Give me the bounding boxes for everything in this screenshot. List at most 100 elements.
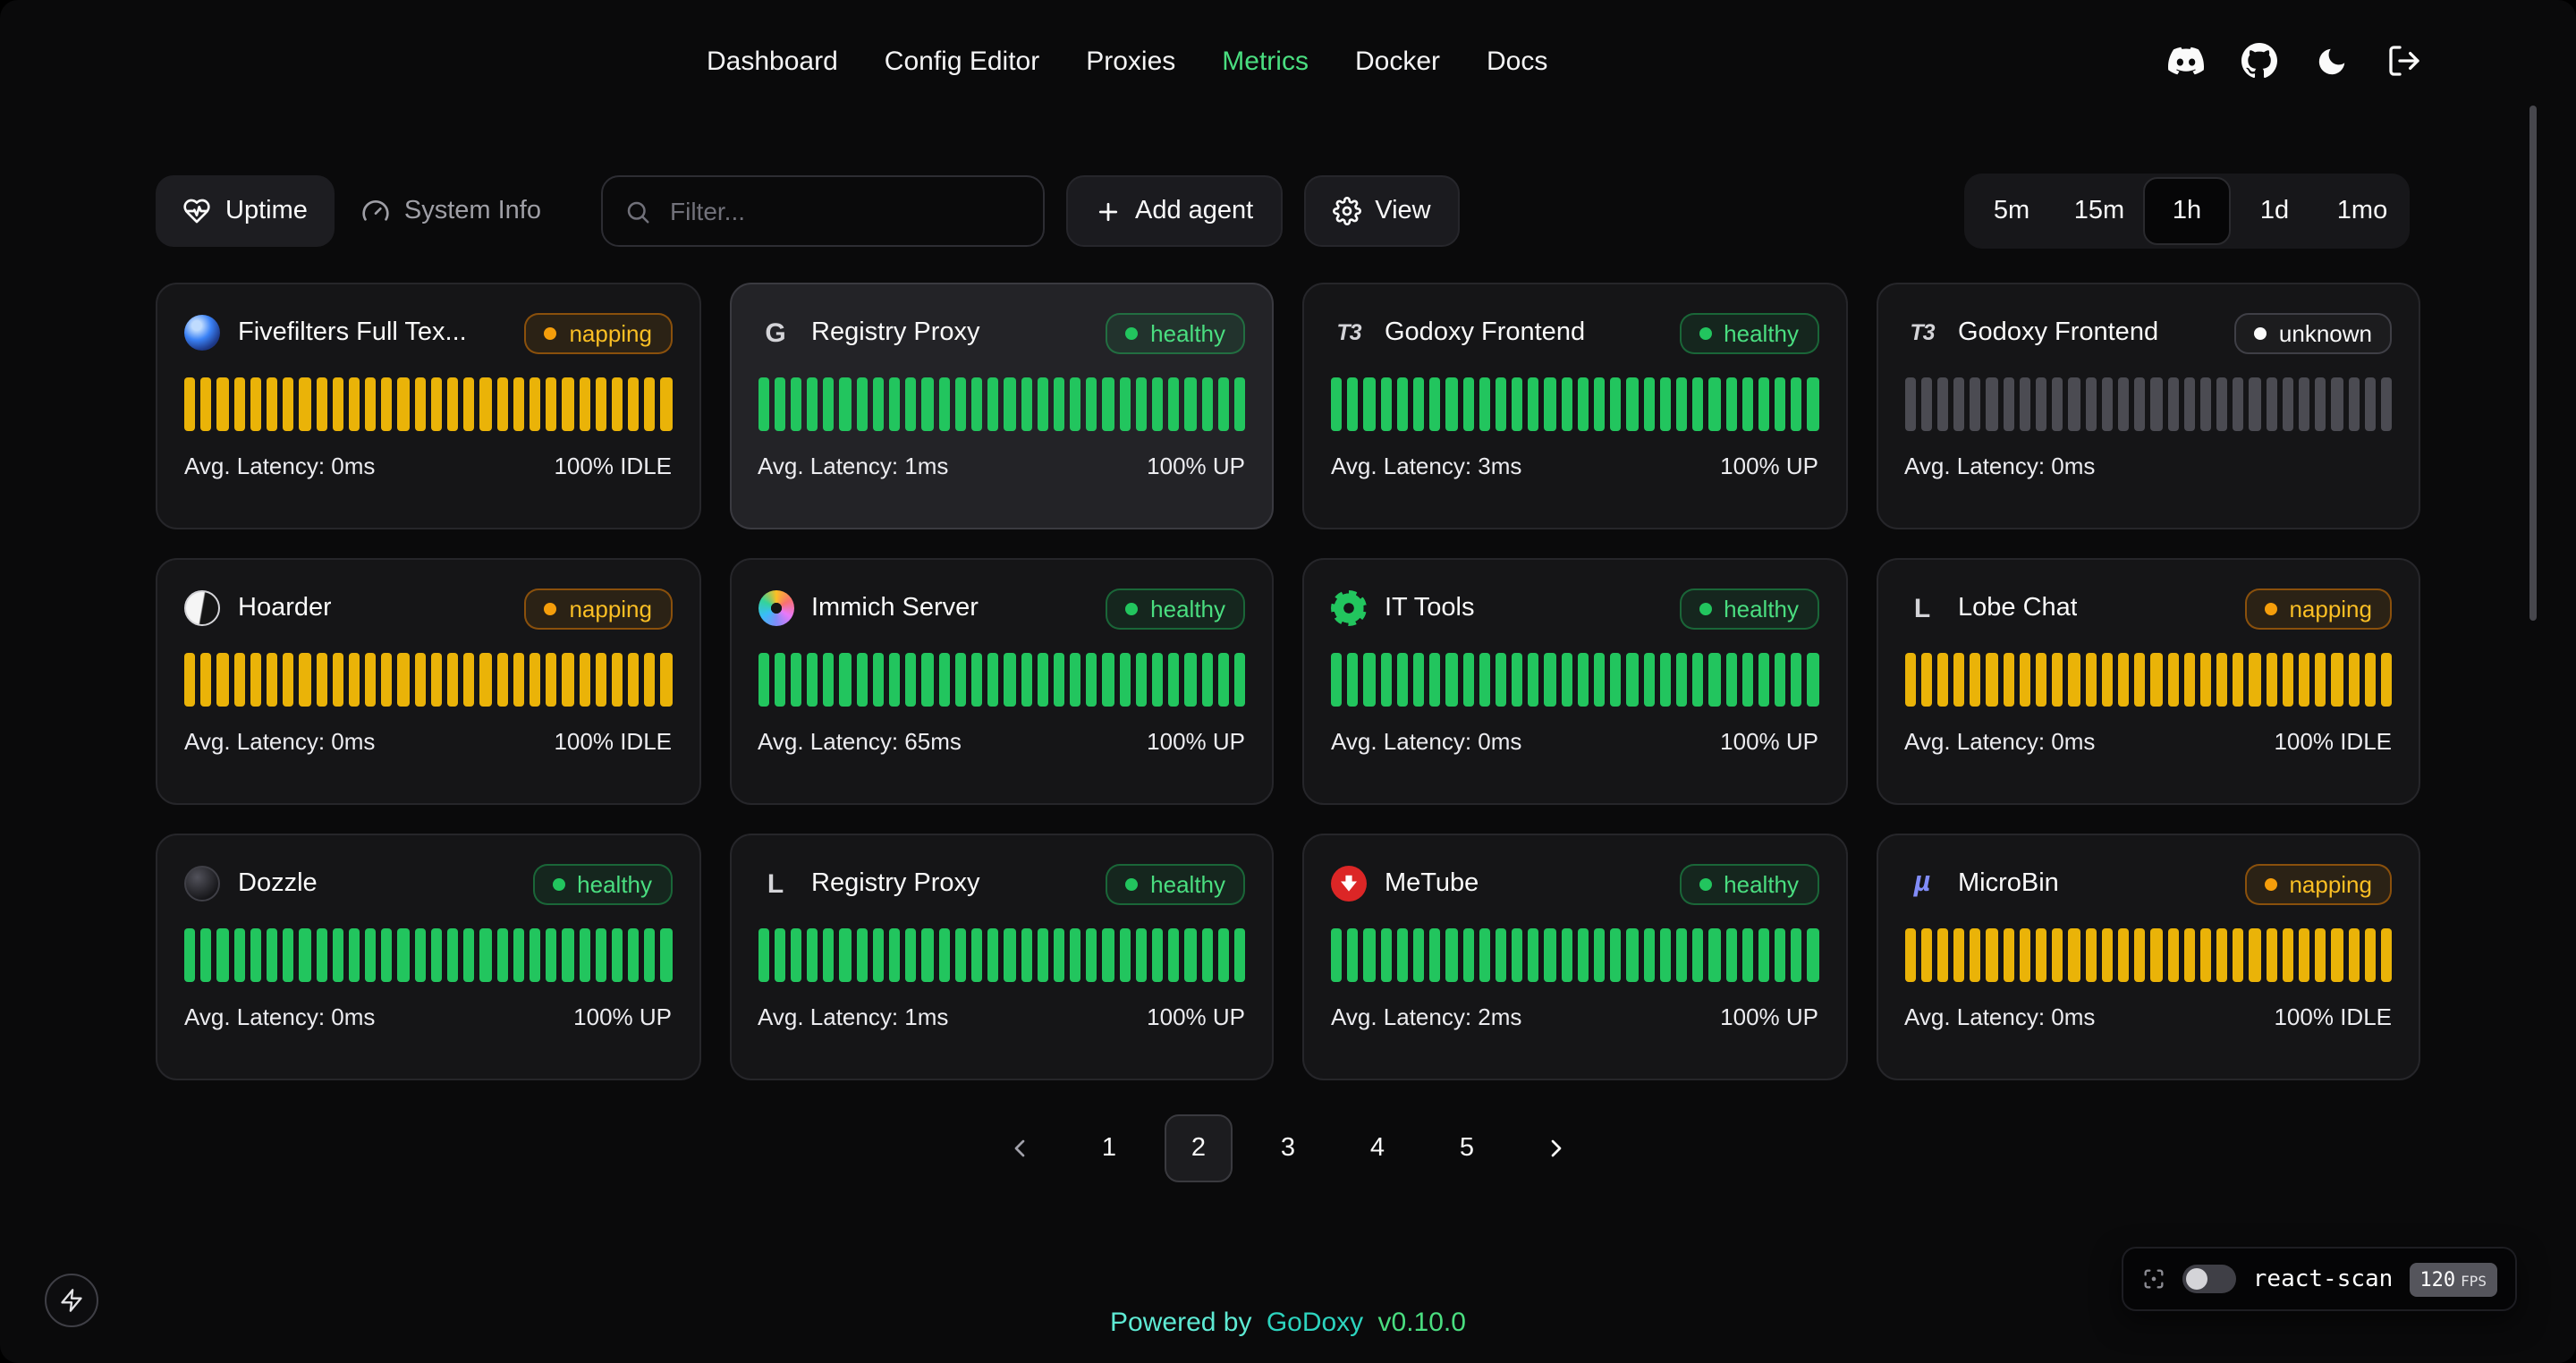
latency-label: Avg. Latency: 65ms <box>758 728 962 755</box>
discord-icon[interactable] <box>2168 43 2204 79</box>
service-card-metube[interactable]: MeTubehealthyAvg. Latency: 2ms100% UP <box>1302 834 1847 1080</box>
status-label: healthy <box>1724 870 1799 897</box>
service-card-immich-server[interactable]: Immich ServerhealthyAvg. Latency: 65ms10… <box>729 558 1274 805</box>
uptime-label: 100% IDLE <box>2274 728 2392 755</box>
view-button[interactable]: View <box>1303 175 1459 247</box>
status-badge: napping <box>524 312 672 353</box>
github-icon[interactable] <box>2241 43 2277 79</box>
add-agent-button[interactable]: Add agent <box>1065 175 1282 247</box>
filter-input[interactable] <box>666 195 1021 227</box>
service-card-lobe-chat[interactable]: LLobe ChatnappingAvg. Latency: 0ms100% I… <box>1876 558 2420 805</box>
t3-icon: T3 <box>1904 315 1940 351</box>
service-card-hoarder[interactable]: HoardernappingAvg. Latency: 0ms100% IDLE <box>156 558 700 805</box>
service-card-microbin[interactable]: µMicroBinnappingAvg. Latency: 0ms100% ID… <box>1876 834 2420 1080</box>
latency-label: Avg. Latency: 0ms <box>184 728 375 755</box>
time-range-15m[interactable]: 15m <box>2055 177 2143 245</box>
status-badge: napping <box>524 588 672 629</box>
service-card-registry-proxy[interactable]: LRegistry ProxyhealthyAvg. Latency: 1ms1… <box>729 834 1274 1080</box>
add-agent-label: Add agent <box>1135 197 1253 225</box>
status-badge: healthy <box>1106 863 1245 904</box>
logout-icon[interactable] <box>2386 43 2422 79</box>
filter-box <box>600 175 1044 247</box>
theme-zap-button[interactable] <box>45 1274 98 1327</box>
godoxy-dashboard: Dashboard Config Editor Proxies Metrics Dock… <box>0 0 2576 1363</box>
service-name: Immich Server <box>811 594 979 622</box>
uptime-label: 100% IDLE <box>2274 1003 2392 1030</box>
react-scan-toggle[interactable] <box>2183 1265 2237 1293</box>
time-range-1mo[interactable]: 1mo <box>2318 177 2406 245</box>
status-dot <box>2264 877 2276 890</box>
fps-badge: 120 FPS <box>2409 1262 2497 1296</box>
nav-item-proxies[interactable]: Proxies <box>1086 46 1175 76</box>
status-badge: healthy <box>1679 312 1818 353</box>
service-card-registry-proxy[interactable]: GRegistry ProxyhealthyAvg. Latency: 1ms1… <box>729 283 1274 529</box>
time-range-1h[interactable]: 1h <box>2143 177 2231 245</box>
nav-item-config-editor[interactable]: Config Editor <box>885 46 1039 76</box>
service-name: Dozzle <box>238 869 318 898</box>
status-badge: healthy <box>1106 588 1245 629</box>
hoarder-icon <box>184 590 220 626</box>
status-dot <box>1125 877 1138 890</box>
page-5[interactable]: 5 <box>1433 1114 1501 1182</box>
scrollbar-thumb[interactable] <box>2529 106 2537 621</box>
inspect-icon[interactable] <box>2142 1266 2167 1291</box>
react-scan-label: react-scan <box>2253 1266 2394 1292</box>
uptime-label: 100% UP <box>1147 1003 1245 1030</box>
status-badge: napping <box>2244 863 2392 904</box>
service-card-dozzle[interactable]: DozzlehealthyAvg. Latency: 0ms100% UP <box>156 834 700 1080</box>
service-name: Lobe Chat <box>1958 594 2078 622</box>
uptime-bars <box>758 928 1245 982</box>
view-label: View <box>1375 197 1430 225</box>
heart-pulse-icon <box>182 197 211 225</box>
tab-uptime[interactable]: Uptime <box>156 175 335 247</box>
uptime-bars <box>1331 377 1818 431</box>
main-nav: Dashboard Config Editor Proxies Metrics Dock… <box>707 11 1547 111</box>
service-card-fivefilters-full-tex[interactable]: Fivefilters Full Tex...nappingAvg. Laten… <box>156 283 700 529</box>
time-range-5m[interactable]: 5m <box>1968 177 2055 245</box>
nav-item-docs[interactable]: Docs <box>1487 46 1547 76</box>
footer-version: v0.10.0 <box>1378 1308 1466 1338</box>
ittools-icon <box>1331 590 1367 626</box>
service-card-it-tools[interactable]: IT ToolshealthyAvg. Latency: 0ms100% UP <box>1302 558 1847 805</box>
service-card-godoxy-frontend[interactable]: T3Godoxy FrontendhealthyAvg. Latency: 3m… <box>1302 283 1847 529</box>
next-page-button[interactable] <box>1522 1114 1590 1182</box>
status-label: healthy <box>1150 870 1225 897</box>
time-range-1d[interactable]: 1d <box>2231 177 2318 245</box>
services-grid: Fivefilters Full Tex... napping Avg. Laten… <box>156 283 2420 1080</box>
latency-label: Avg. Latency: 0ms <box>1904 728 2095 755</box>
uptime-label: 100% UP <box>1720 728 1818 755</box>
gear-icon <box>1332 197 1360 225</box>
nav-item-dashboard[interactable]: Dashboard <box>707 46 838 76</box>
nav-item-metrics[interactable]: Metrics <box>1222 46 1309 76</box>
uptime-bars <box>184 928 672 982</box>
latency-label: Avg. Latency: 2ms <box>1331 1003 1521 1030</box>
status-label: healthy <box>1724 595 1799 622</box>
page-4[interactable]: 4 <box>1343 1114 1411 1182</box>
footer-brand[interactable]: GoDoxy <box>1267 1308 1363 1338</box>
uptime-bars <box>1904 377 2392 431</box>
tab-uptime-label: Uptime <box>225 197 308 225</box>
status-badge: healthy <box>1679 863 1818 904</box>
dark-mode-icon[interactable] <box>2315 44 2349 78</box>
top-nav: Dashboard Config Editor Proxies Metrics Dock… <box>0 11 2576 111</box>
page-3[interactable]: 3 <box>1254 1114 1322 1182</box>
page-1[interactable]: 1 <box>1075 1114 1143 1182</box>
status-label: healthy <box>1150 319 1225 346</box>
uptime-bars <box>184 377 672 431</box>
footer-powered-by: Powered by <box>1110 1308 1251 1338</box>
footer: Powered by GoDoxy v0.10.0 <box>0 1308 2576 1338</box>
tab-system-info[interactable]: System Info <box>335 175 568 247</box>
latency-label: Avg. Latency: 0ms <box>1904 453 2095 479</box>
fps-unit: FPS <box>2461 1273 2487 1289</box>
service-name: MicroBin <box>1958 869 2059 898</box>
status-dot <box>2254 326 2267 339</box>
page-2[interactable]: 2 <box>1165 1114 1233 1182</box>
service-card-godoxy-frontend[interactable]: T3Godoxy FrontendunknownAvg. Latency: 0m… <box>1876 283 2420 529</box>
uptime-label: 100% IDLE <box>554 453 672 479</box>
nav-item-docker[interactable]: Docker <box>1355 46 1440 76</box>
t3-icon: T3 <box>1331 315 1367 351</box>
service-name: Fivefilters Full Tex... <box>238 318 467 347</box>
pagination-pages: 12345 <box>1075 1114 1501 1182</box>
uptime-bars <box>1904 653 2392 707</box>
prev-page-button[interactable] <box>986 1114 1054 1182</box>
